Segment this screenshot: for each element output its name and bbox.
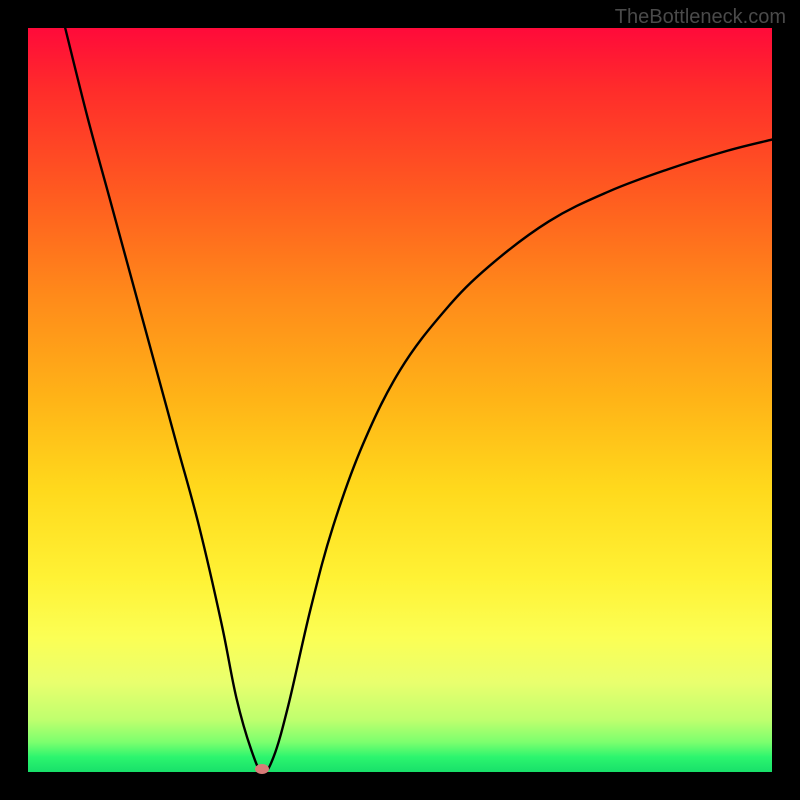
bottleneck-curve bbox=[28, 28, 772, 772]
watermark-text: TheBottleneck.com bbox=[615, 6, 786, 29]
plot-area bbox=[28, 28, 772, 772]
chart-frame: TheBottleneck.com bbox=[0, 0, 800, 800]
minimum-marker bbox=[255, 764, 269, 774]
